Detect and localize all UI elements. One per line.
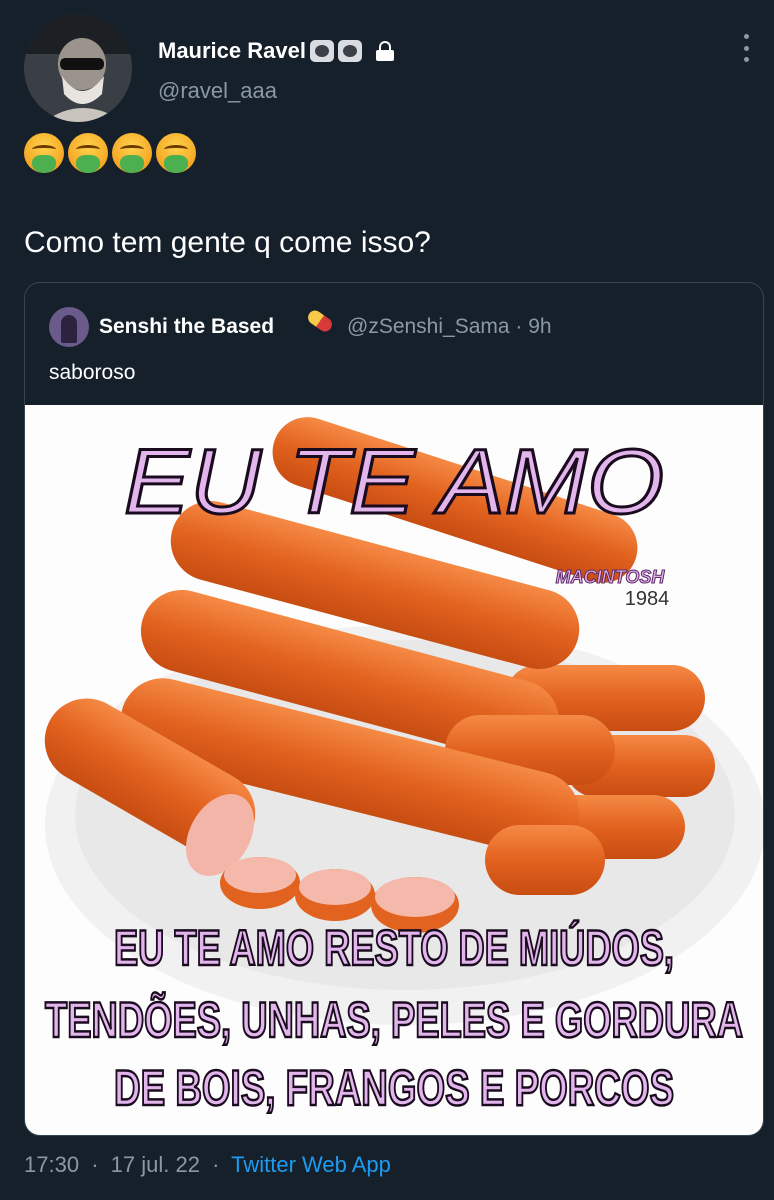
meme-bottom-line-2: TENDÕES, UNHAS, PELES E GORDURA [45, 991, 743, 1048]
quoted-author-handle-time[interactable]: @zSenshi_Sama · 9h [347, 315, 552, 339]
tweet-meta: 17:30 · 17 jul. 22 · Twitter Web App [24, 1152, 391, 1178]
quoted-author-avatar[interactable] [49, 307, 89, 347]
tweet-time[interactable]: 17:30 [24, 1152, 79, 1177]
meta-separator: · [212, 1152, 220, 1177]
skull-badge-icon [337, 40, 362, 62]
nauseated-face-emoji [156, 133, 196, 173]
quoted-tweet-text: saboroso [49, 361, 136, 384]
tweet-source-link[interactable]: Twitter Web App [231, 1152, 391, 1177]
nauseated-face-emoji [24, 133, 64, 173]
emoji-row [24, 133, 196, 173]
meme-bottom-line-1: EU TE AMO RESTO DE MIÚDOS, [114, 920, 674, 976]
quoted-author-name[interactable]: Senshi the Based [99, 315, 274, 339]
author-handle[interactable]: @ravel_aaa [158, 78, 277, 104]
pill-icon [305, 307, 335, 335]
author-display-name[interactable]: Maurice Ravel [158, 38, 306, 64]
meme-image[interactable]: EU TE AMO MACINTOSH 1984 EU TE AMO RESTO… [25, 405, 763, 1135]
author-avatar[interactable] [24, 14, 132, 122]
tweet-text: Como tem gente q come isso? [24, 226, 431, 259]
quoted-tweet-card[interactable]: Senshi the Based @zSenshi_Sama · 9h sabo… [24, 282, 764, 1136]
meme-bottom-line-3: DE BOIS, FRANGOS E PORCOS [114, 1060, 674, 1116]
more-options-icon[interactable] [736, 34, 756, 62]
meme-top-text: EU TE AMO [124, 431, 664, 533]
meta-separator: · [91, 1152, 99, 1177]
lock-icon [375, 41, 394, 61]
skull-badge-icon [309, 40, 334, 62]
watermark-brand: MACINTOSH [556, 567, 666, 587]
nauseated-face-emoji [112, 133, 152, 173]
watermark-year: 1984 [625, 588, 670, 610]
tweet-date[interactable]: 17 jul. 22 [111, 1152, 200, 1177]
nauseated-face-emoji [68, 133, 108, 173]
author-name-row[interactable]: Maurice Ravel [158, 38, 394, 64]
